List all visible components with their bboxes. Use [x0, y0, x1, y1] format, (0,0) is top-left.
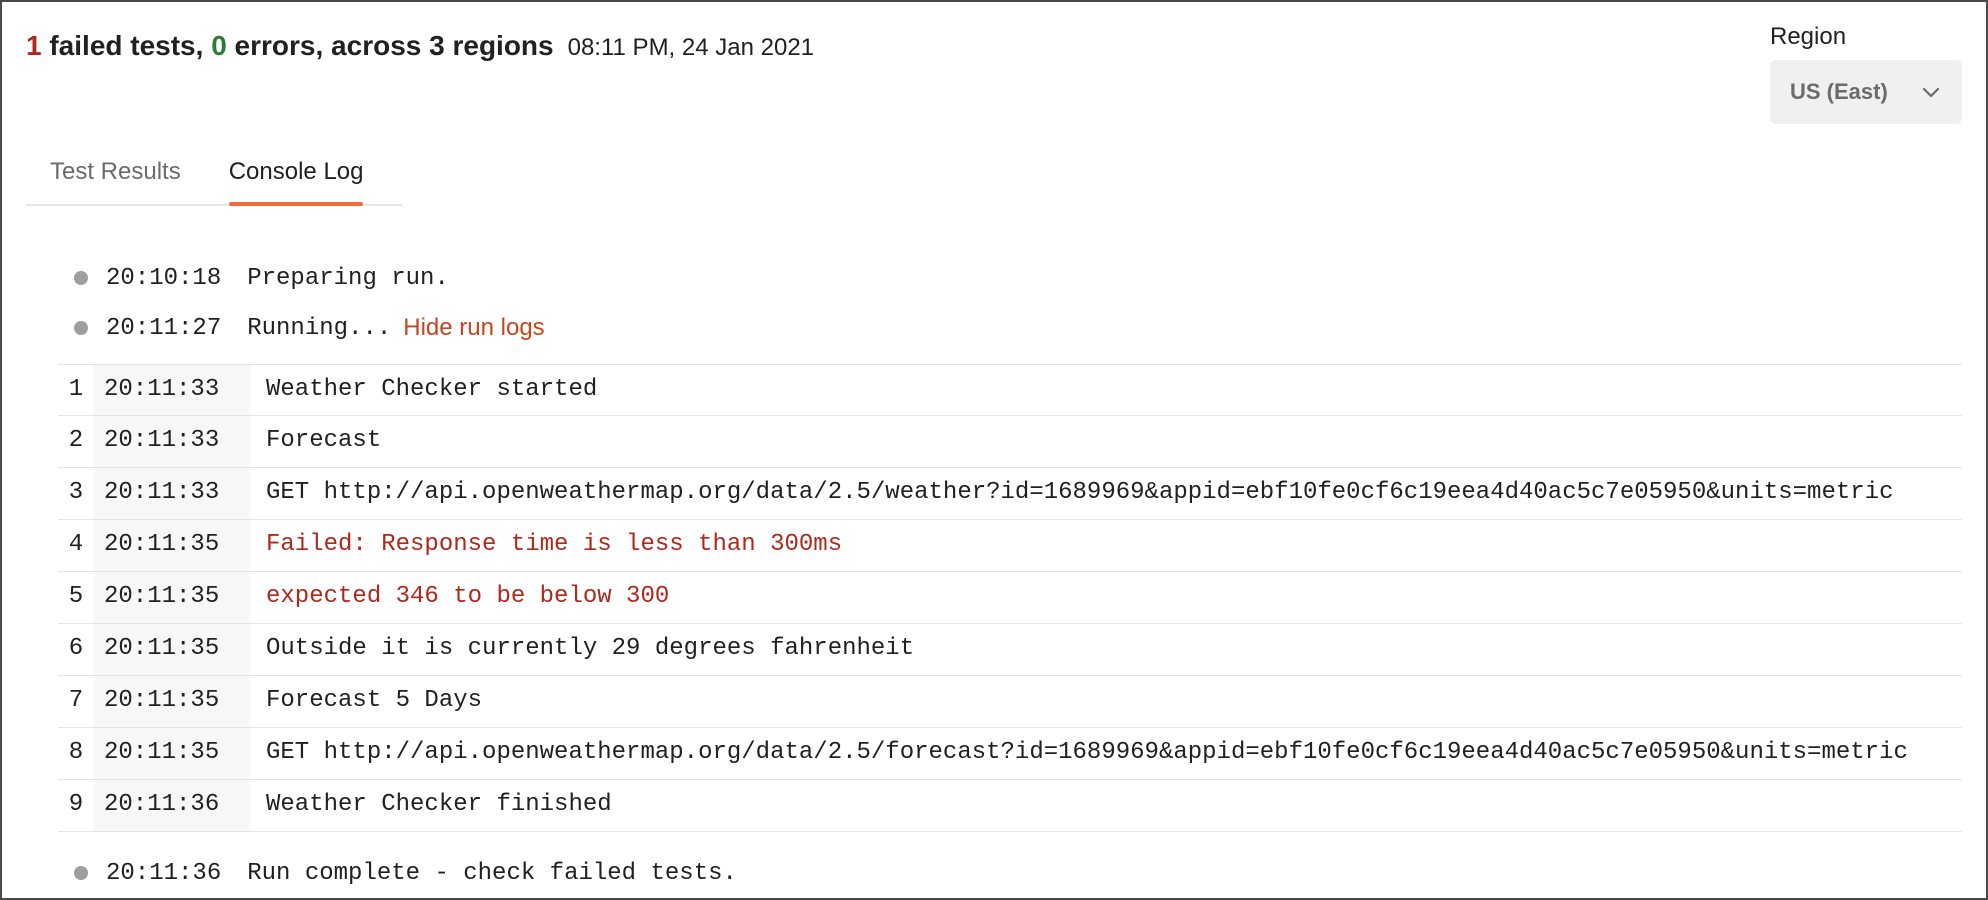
log-row: 9 20:11:36 Weather Checker finished [58, 780, 1962, 832]
failed-count: 1 [26, 30, 42, 61]
log-line-number: 7 [68, 687, 84, 714]
log-time: 20:11:35 [94, 676, 250, 727]
log-message: Weather Checker started [266, 376, 598, 403]
log-line-number: 2 [68, 427, 84, 454]
log-message-error: Failed: Response time is less than 300ms [266, 531, 843, 558]
log-message: GET http://api.openweathermap.org/data/2… [266, 479, 1894, 506]
log-time: 20:11:33 [94, 416, 250, 467]
result-tabs: Test Results Console Log [26, 142, 402, 206]
log-row: 3 20:11:33 GET http://api.openweathermap… [58, 468, 1962, 520]
log-time: 20:11:35 [94, 520, 250, 571]
log-row: 6 20:11:35 Outside it is currently 29 de… [58, 624, 1962, 676]
log-row: 4 20:11:35 Failed: Response time is less… [58, 520, 1962, 572]
log-line-number: 4 [68, 531, 84, 558]
hide-run-logs-link[interactable]: Hide run logs [403, 314, 544, 342]
log-message: Forecast [266, 427, 382, 454]
errors-label: errors, across 3 regions [226, 30, 554, 61]
run-timestamp: 08:11 PM, 24 Jan 2021 [567, 34, 815, 61]
chevron-down-icon [1922, 87, 1940, 98]
log-line-number: 8 [68, 739, 84, 766]
log-row: 2 20:11:33 Forecast [58, 416, 1962, 468]
status-dot-icon [74, 321, 88, 335]
log-time: 20:11:36 [94, 780, 250, 831]
status-time: 20:11:36 [106, 859, 222, 887]
status-time: 20:11:27 [106, 314, 222, 342]
log-message-error: expected 346 to be below 300 [266, 583, 670, 610]
log-row: 5 20:11:35 expected 346 to be below 300 [58, 572, 1962, 624]
status-text: Running... [247, 314, 392, 342]
log-message: Weather Checker finished [266, 791, 612, 818]
status-text: Preparing run. [247, 264, 449, 292]
log-line-number: 5 [68, 583, 84, 610]
status-line: 20:11:27 Running... Hide run logs [74, 310, 545, 346]
region-selected-value: US (East) [1790, 79, 1888, 104]
log-line-number: 3 [68, 479, 84, 506]
log-message: GET http://api.openweathermap.org/data/2… [266, 739, 1908, 766]
status-text: Run complete - check failed tests. [247, 859, 737, 887]
status-dot-icon [74, 866, 88, 880]
log-time: 20:11:33 [94, 365, 250, 415]
tab-test-results[interactable]: Test Results [26, 142, 205, 204]
log-line-number: 9 [68, 791, 84, 818]
log-line-number: 6 [68, 635, 84, 662]
status-line: 20:10:18 Preparing run. [74, 260, 449, 296]
test-run-panel: 1 failed tests, 0 errors, across 3 regio… [0, 0, 1988, 900]
region-dropdown[interactable]: US (East) [1770, 60, 1962, 124]
log-time: 20:11:35 [94, 728, 250, 779]
log-row: 8 20:11:35 GET http://api.openweathermap… [58, 728, 1962, 780]
tab-console-log[interactable]: Console Log [205, 142, 388, 206]
log-line-number: 1 [68, 376, 84, 403]
log-message: Outside it is currently 29 degrees fahre… [266, 635, 915, 662]
console-log-table: 1 20:11:33 Weather Checker started 2 20:… [58, 364, 1962, 832]
log-time: 20:11:33 [94, 468, 250, 519]
error-count: 0 [211, 30, 227, 61]
region-label: Region [1770, 23, 1847, 50]
status-dot-icon [74, 271, 88, 285]
log-row: 7 20:11:35 Forecast 5 Days [58, 676, 1962, 728]
log-time: 20:11:35 [94, 624, 250, 675]
log-time: 20:11:35 [94, 572, 250, 623]
log-message: Forecast 5 Days [266, 687, 483, 714]
run-summary: 1 failed tests, 0 errors, across 3 regio… [26, 28, 814, 66]
log-row: 1 20:11:33 Weather Checker started [58, 364, 1962, 416]
failed-label: failed tests, [41, 30, 212, 61]
status-line: 20:11:36 Run complete - check failed tes… [74, 855, 737, 891]
status-time: 20:10:18 [106, 264, 222, 292]
